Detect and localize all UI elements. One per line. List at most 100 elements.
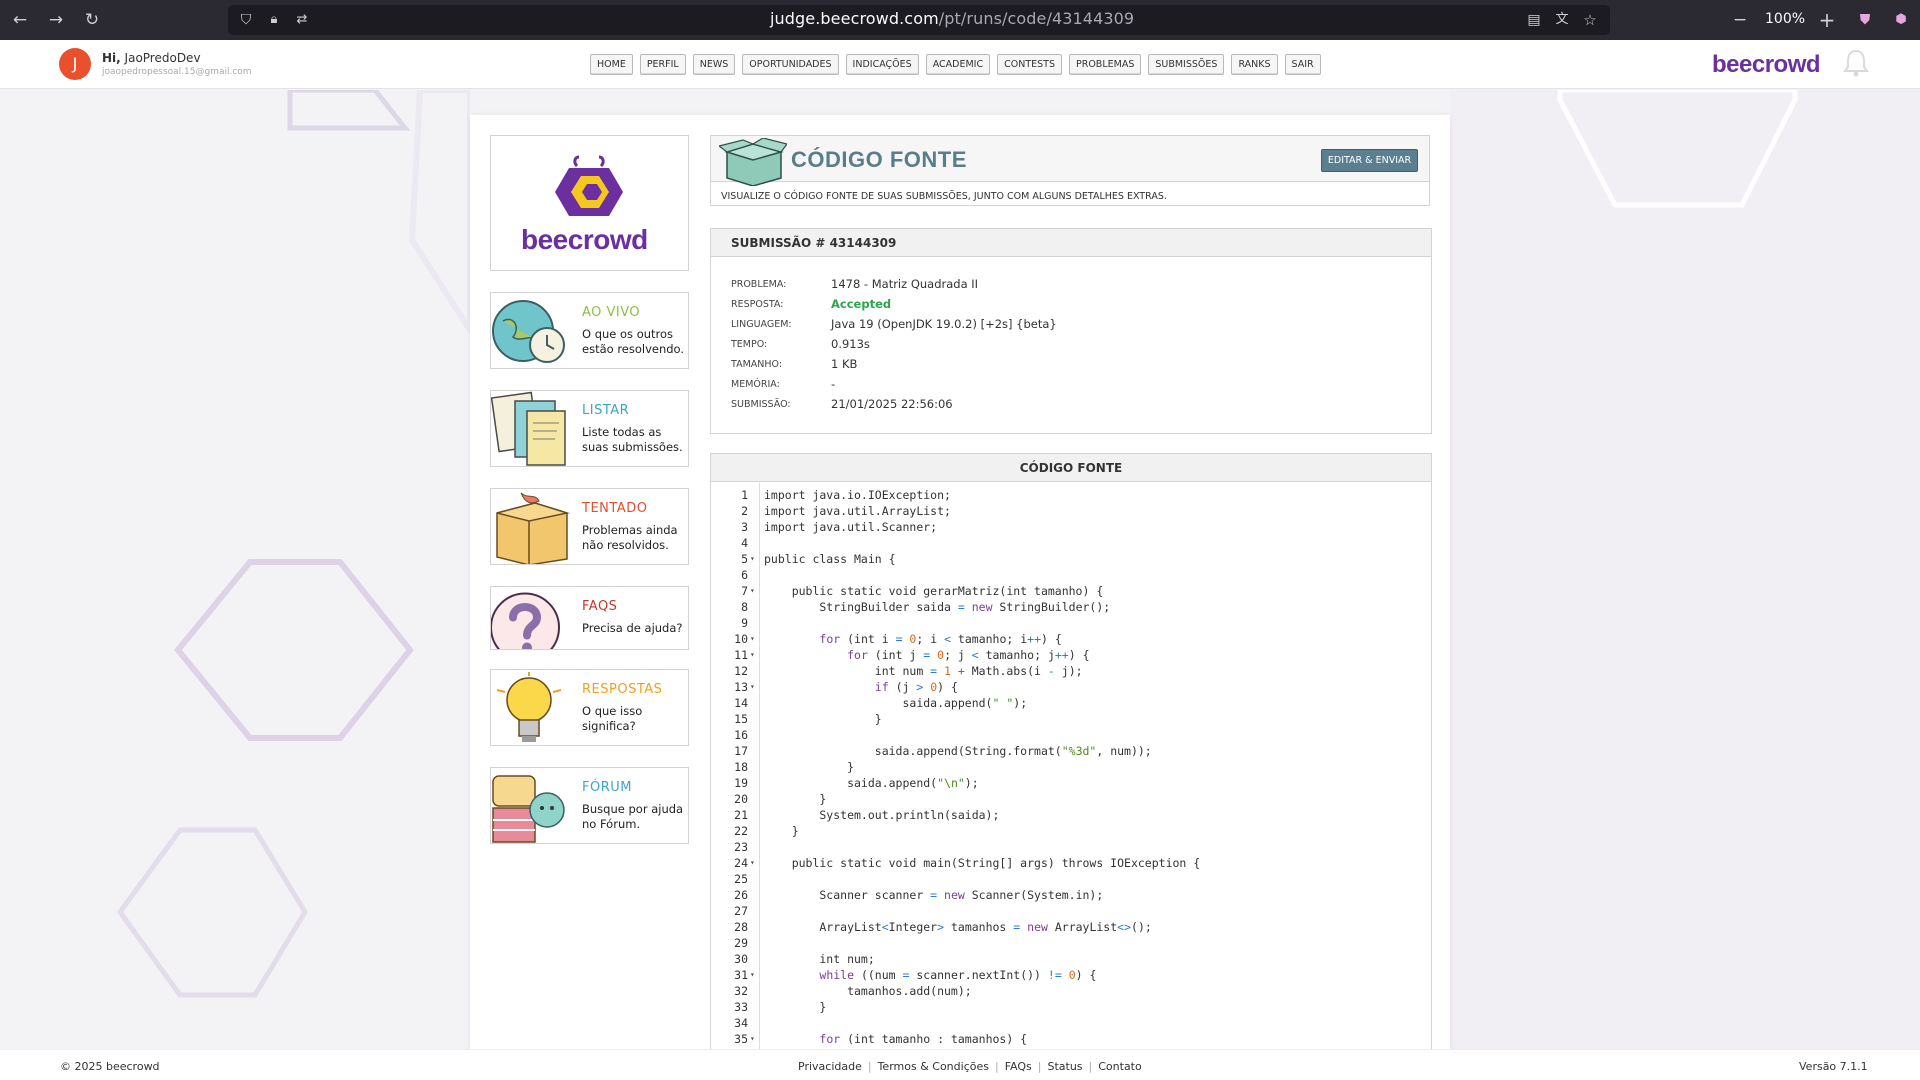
reload-icon[interactable]: ↻ xyxy=(80,8,104,32)
card-description: Liste todas as suas submissões. xyxy=(582,425,683,454)
nav-item-news[interactable]: NEWS xyxy=(692,54,736,75)
bookmark-star-icon[interactable]: ☆ xyxy=(1578,8,1602,32)
shield-icon[interactable]: ⛉ xyxy=(234,8,258,32)
line-number: 8 xyxy=(741,600,748,614)
sidebar-logo[interactable]: beecrowd xyxy=(490,135,689,271)
user-email: joaopedropessoal.15@gmail.com xyxy=(102,67,252,77)
fold-toggle-icon[interactable]: ▾ xyxy=(750,631,755,647)
detail-label: MEMÓRIA: xyxy=(731,379,780,390)
line-number: 16 xyxy=(734,728,748,742)
detail-value: 21/01/2025 22:56:06 xyxy=(831,397,953,411)
nav-item-academic[interactable]: ACADEMIC xyxy=(925,54,991,75)
fold-toggle-icon[interactable]: ▾ xyxy=(750,551,755,567)
fold-toggle-icon[interactable]: ▾ xyxy=(750,583,755,599)
code-text: saida.append(String.format("%3d", num)); xyxy=(764,744,1152,758)
nav-item-submissões[interactable]: SUBMISSÕES xyxy=(1148,54,1225,75)
sidebar-card-tentado[interactable]: TENTADO Problemas ainda não resolvidos. xyxy=(490,488,689,565)
reader-view-icon[interactable]: ▤ xyxy=(1522,8,1546,32)
code-text: import java.util.ArrayList; xyxy=(764,504,951,518)
source-title-bar: CÓDIGO FONTE EDITAR & ENVIAR xyxy=(711,136,1429,186)
bee-logo-icon xyxy=(555,155,623,216)
nav-item-indicações[interactable]: INDICAÇÕES xyxy=(845,54,919,75)
line-number: 12 xyxy=(734,664,748,678)
permissions-icon[interactable]: ⇄ xyxy=(290,8,314,32)
line-number: 19 xyxy=(734,776,748,790)
line-number: 22 xyxy=(734,824,748,838)
translate-icon[interactable]: 文 xyxy=(1550,8,1574,32)
footer-link[interactable]: Status xyxy=(1047,1060,1082,1073)
code-text: } xyxy=(764,792,827,806)
extension-shield-icon[interactable]: ⛊ xyxy=(1853,8,1877,32)
code-text: Scanner scanner = new Scanner(System.in)… xyxy=(764,888,1104,902)
sidebar-card-listar[interactable]: LISTAR Liste todas as suas submissões. xyxy=(490,390,689,467)
footer-separator: | xyxy=(1037,1060,1042,1073)
card-title: TENTADO xyxy=(582,501,648,516)
sidebar-card-respostas[interactable]: RESPOSTAS O que isso significa? xyxy=(490,669,689,746)
zoom-in-icon[interactable]: + xyxy=(1815,8,1839,32)
submission-heading: SUBMISSÃO # 43144309 xyxy=(711,229,1431,257)
extension-icon[interactable]: ⬢ xyxy=(1889,8,1913,32)
code-box-icon xyxy=(719,138,787,186)
edit-and-submit-button[interactable]: EDITAR & ENVIAR xyxy=(1321,149,1418,172)
line-number: 17 xyxy=(734,744,748,758)
fold-toggle-icon[interactable]: ▾ xyxy=(750,647,755,663)
line-number: 2 xyxy=(741,504,748,518)
nav-item-perfil[interactable]: PERFIL xyxy=(639,54,686,75)
line-number: 3 xyxy=(741,520,748,534)
nav-item-problemas[interactable]: PROBLEMAS xyxy=(1069,54,1142,75)
nav-item-sair[interactable]: SAIR xyxy=(1284,54,1321,75)
line-number: 1 xyxy=(741,488,748,502)
avatar[interactable]: J xyxy=(59,48,91,80)
main-nav: HOME PERFIL NEWS OPORTUNIDADES INDICAÇÕES ACA… xyxy=(590,54,1321,75)
nav-item-oportunidades[interactable]: OPORTUNIDADES xyxy=(742,54,839,75)
question-mark-icon xyxy=(491,592,560,649)
username[interactable]: JaoPredoDev xyxy=(125,51,201,65)
card-description: Busque por ajuda no Fórum. xyxy=(582,802,684,831)
card-title: LISTAR xyxy=(582,403,630,418)
footer-link[interactable]: FAQs xyxy=(1005,1060,1032,1073)
nav-item-contests[interactable]: CONTESTS xyxy=(997,54,1062,75)
line-number: 35 xyxy=(734,1032,748,1046)
address-bar[interactable]: ⛉ 🔒︎ ⇄ judge.beecrowd.com/pt/runs/code/4… xyxy=(228,5,1610,35)
detail-value: - xyxy=(831,377,836,391)
forward-icon[interactable]: → xyxy=(44,8,68,32)
fold-toggle-icon[interactable]: ▾ xyxy=(750,967,755,983)
lock-icon[interactable]: 🔒︎ xyxy=(262,8,286,32)
sidebar-card-ao-vivo[interactable]: AO VIVO O que os outros estão resolvendo… xyxy=(490,292,689,369)
line-number: 9 xyxy=(741,616,748,630)
detail-label: RESPOSTA: xyxy=(731,299,784,310)
code-text: } xyxy=(764,824,799,838)
detail-label: PROBLEMA: xyxy=(731,279,787,290)
card-description: Problemas ainda não resolvidos. xyxy=(582,523,678,552)
footer-link[interactable]: Contato xyxy=(1098,1060,1141,1073)
sidebar-card-faqs[interactable]: FAQS Precisa de ajuda? xyxy=(490,586,689,650)
back-icon[interactable]: ← xyxy=(8,8,32,32)
detail-value[interactable]: 1478 - Matriz Quadrada II xyxy=(831,277,978,291)
footer-link[interactable]: Termos & Condições xyxy=(878,1060,989,1073)
nav-item-home[interactable]: HOME xyxy=(590,54,633,75)
page-description: VISUALIZE O CÓDIGO FONTE DE SUAS SUBMISS… xyxy=(721,191,1167,202)
line-number: 32 xyxy=(734,984,748,998)
brand-logo[interactable]: beecrowd xyxy=(1712,51,1821,79)
sidebar-card-forum[interactable]: FÓRUM Busque por ajuda no Fórum. xyxy=(490,767,689,844)
code-text: } xyxy=(764,1000,827,1014)
line-number: 28 xyxy=(734,920,748,934)
submission-details: SUBMISSÃO # 43144309 PROBLEMA: 1478 - Mat… xyxy=(710,228,1432,434)
page-title: CÓDIGO FONTE xyxy=(791,147,967,172)
nav-item-ranks[interactable]: RANKS xyxy=(1231,54,1278,75)
zoom-out-icon[interactable]: − xyxy=(1728,8,1752,32)
detail-label: TAMANHO: xyxy=(731,359,783,370)
fold-toggle-icon[interactable]: ▾ xyxy=(750,1031,755,1047)
fold-toggle-icon[interactable]: ▾ xyxy=(750,855,755,871)
line-number: 33 xyxy=(734,1000,748,1014)
code-heading: CÓDIGO FONTE xyxy=(711,454,1431,482)
card-description: O que os outros estão resolvendo. xyxy=(582,327,685,356)
code-text: public static void main(String[] args) t… xyxy=(764,856,1201,870)
bell-icon[interactable] xyxy=(1842,48,1870,78)
footer-separator: | xyxy=(867,1060,872,1073)
fold-toggle-icon[interactable]: ▾ xyxy=(750,679,755,695)
code-text: for (int j = 0; j < tamanho; j++) { xyxy=(847,648,1090,662)
line-number: 29 xyxy=(734,936,748,950)
zoom-level[interactable]: 100% xyxy=(1765,11,1805,27)
footer-link[interactable]: Privacidade xyxy=(798,1060,862,1073)
